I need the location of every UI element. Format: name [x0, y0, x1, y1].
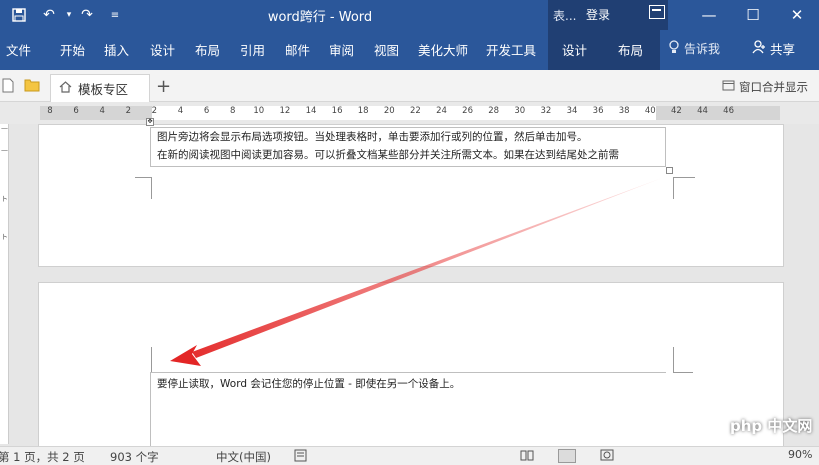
ruler-number: 36	[592, 106, 604, 116]
vertical-ruler[interactable]: — — ト ト	[0, 124, 9, 444]
person-icon	[752, 40, 766, 57]
template-tab-label: 模板专区	[78, 82, 129, 97]
read-mode-icon[interactable]	[520, 449, 534, 464]
web-layout-icon[interactable]	[600, 449, 614, 464]
page-corner-mark	[673, 177, 674, 199]
window-icon	[722, 80, 735, 94]
minimize-button[interactable]: —	[687, 0, 731, 30]
maximize-button[interactable]: ☐	[731, 0, 775, 30]
tab-references[interactable]: 引用	[240, 40, 265, 59]
ruler-number: 14	[305, 106, 317, 116]
paragraph-text: 要停止读取，Word 会记住您的停止位置 - 即使在另一个设备上。	[157, 378, 461, 390]
ruler-number: 6	[203, 106, 210, 116]
ruler-number: 34	[566, 106, 578, 116]
page-corner-mark	[151, 347, 152, 373]
ruler-number: 6	[73, 106, 79, 116]
tab-table-design[interactable]: 设计	[562, 40, 587, 59]
context-group-title: 表...	[553, 9, 577, 23]
tab-template-zone[interactable]: 模板专区	[50, 74, 150, 102]
paragraph-text: 图片旁边将会显示布局选项按钮。当处理表格时，单击要添加行或列的位置，然后单击加号…	[157, 131, 588, 143]
tab-developer[interactable]: 开发工具	[486, 40, 536, 59]
paragraph-text: 在新的阅读视图中阅读更加容易。可以折叠文档某些部分并关注所需文本。如果在达到结尾…	[157, 149, 619, 161]
login-button[interactable]: 登录	[586, 6, 610, 23]
page-corner-mark	[151, 177, 152, 199]
ruler-number: 24	[436, 106, 447, 116]
ruler-number: 42	[670, 106, 682, 116]
title-bar: ↶ ▾ ↷ ≡ word跨行 - Word 表... 登录 — ☐ ✕	[0, 0, 819, 30]
document-tab-bar: 模板专区 + 窗口合并显示	[0, 70, 819, 102]
ruler-number: 18	[357, 106, 369, 116]
ruler-number: 12	[279, 106, 291, 116]
home-icon	[59, 81, 72, 96]
table-resize-handle[interactable]	[666, 167, 673, 174]
language-indicator[interactable]: 中文(中国)	[216, 449, 271, 465]
tell-me-label: 告诉我	[684, 42, 721, 56]
lightbulb-icon	[668, 40, 680, 57]
page-corner-mark	[673, 372, 693, 373]
ruler-number: 22	[409, 106, 421, 116]
merge-windows-label: 窗口合并显示	[739, 80, 808, 94]
word-count[interactable]: 903 个字	[110, 449, 159, 465]
add-tab-button[interactable]: +	[156, 76, 171, 97]
vruler-mark: —	[1, 124, 8, 132]
tab-insert[interactable]: 插入	[104, 40, 129, 59]
page-corner-mark	[135, 177, 151, 197]
print-layout-button[interactable]	[558, 449, 576, 463]
page-corner-mark	[673, 177, 695, 178]
ribbon-display-options-icon[interactable]	[649, 5, 665, 19]
tab-home[interactable]: 开始	[60, 40, 85, 59]
tab-view[interactable]: 视图	[374, 40, 399, 59]
ruler-number: 4	[99, 106, 105, 116]
ribbon-tab-bar: 文件 开始 插入 设计 布局 引用 邮件 审阅 视图 美化大师 开发工具 设计 …	[0, 30, 819, 70]
page-count[interactable]: 第 1 页，共 2 页	[0, 449, 85, 465]
ruler-number: 10	[253, 106, 265, 116]
ruler-number: 38	[618, 106, 630, 116]
ruler-number: 4	[177, 106, 184, 116]
zoom-level[interactable]: 90%	[788, 448, 812, 461]
tell-me-search[interactable]: 告诉我	[668, 40, 720, 57]
ruler-number: 2	[151, 106, 158, 116]
ruler-number: 26	[462, 106, 473, 116]
share-label: 共享	[770, 42, 796, 57]
ruler-number: 20	[383, 106, 395, 116]
tab-table-layout[interactable]: 布局	[618, 40, 643, 59]
tab-file[interactable]: 文件	[6, 40, 31, 59]
site-watermark: php 中文网	[730, 417, 813, 435]
merge-windows-button[interactable]: 窗口合并显示	[722, 79, 808, 95]
ruler-number: 44	[697, 106, 708, 116]
open-folder-icon[interactable]	[24, 78, 40, 95]
ruler-number: 8	[229, 106, 236, 116]
macro-icon[interactable]	[294, 449, 307, 465]
table-move-handle[interactable]: ✥	[146, 118, 154, 126]
horizontal-ruler-area: 8 6 4 2 2 4 6 8 10 12 14 16 18 20 22 24 26 28 30 32 34 36 38 40…	[0, 102, 819, 124]
new-document-icon[interactable]	[2, 78, 14, 96]
tab-layout[interactable]: 布局	[195, 40, 220, 59]
document-title: word跨行 - Word	[267, 10, 373, 25]
ruler-number: 46	[723, 106, 734, 116]
vruler-mark: —	[1, 146, 8, 154]
ruler-number: 2	[125, 106, 131, 116]
table-cell[interactable]: 图片旁边将会显示布局选项按钮。当处理表格时，单击要添加行或列的位置，然后单击加号…	[150, 127, 666, 167]
ruler-number: 16	[331, 106, 343, 116]
ruler-number: 32	[540, 106, 552, 116]
vruler-mark: ト	[1, 233, 8, 241]
ruler-number: 28	[488, 106, 500, 116]
tab-review[interactable]: 审阅	[329, 40, 354, 59]
status-bar: 第 1 页，共 2 页 903 个字 中文(中国)	[0, 446, 819, 465]
table-cell[interactable]: 要停止读取，Word 会记住您的停止位置 - 即使在另一个设备上。	[150, 372, 666, 450]
share-button[interactable]: 共享	[752, 39, 795, 58]
page-corner-mark	[673, 347, 674, 373]
ruler-number: 40	[644, 106, 656, 116]
close-button[interactable]: ✕	[775, 0, 819, 30]
tab-beautify-master[interactable]: 美化大师	[418, 40, 468, 59]
vruler-mark: ト	[1, 195, 8, 203]
ruler-number: 30	[514, 106, 526, 116]
tab-design[interactable]: 设计	[150, 40, 175, 59]
ruler-number: 8	[47, 106, 53, 116]
tab-mailings[interactable]: 邮件	[285, 40, 310, 59]
